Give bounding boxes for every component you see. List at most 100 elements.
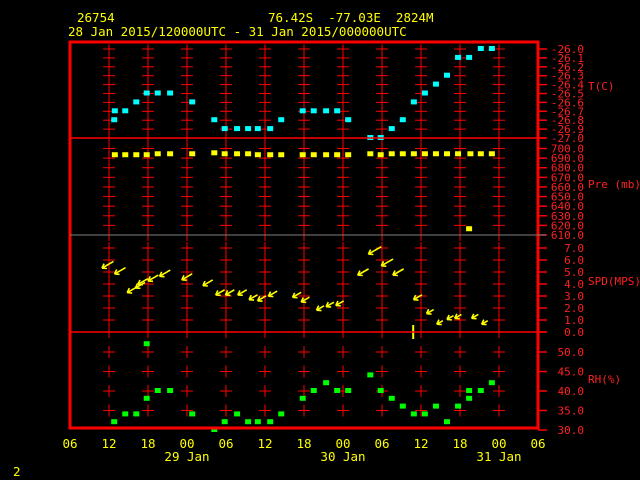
temperature-point: [189, 99, 196, 105]
pressure-point: [310, 152, 317, 158]
rh-point: [367, 372, 374, 378]
pressure-point: [234, 151, 241, 157]
rh-point: [221, 419, 228, 425]
temperature-point: [254, 126, 261, 132]
pressure-point: [111, 152, 118, 158]
temperature-point: [310, 108, 317, 114]
panel-label-temperature: T(C): [588, 80, 615, 93]
rh-point: [299, 395, 306, 401]
pressure-point: [488, 151, 495, 157]
temperature-point: [211, 117, 218, 123]
wind-arrow: [237, 289, 248, 297]
wind-arrow: [367, 245, 382, 256]
panel-label-wind_speed: SPD(MPS): [588, 275, 640, 288]
x-tick-label: 18: [296, 436, 311, 451]
pressure-point: [377, 152, 384, 158]
rh-point: [399, 403, 406, 409]
date-label: 31 Jan: [476, 449, 521, 464]
x-tick-label: 06: [530, 436, 545, 451]
temperature-point: [410, 99, 417, 105]
temperature-point: [111, 108, 118, 114]
y-tick-label: 0.0: [564, 326, 584, 339]
wind-arrow: [202, 279, 214, 287]
panel-label-relative_humidity: RH(%): [588, 373, 621, 386]
temperature-point: [267, 126, 274, 132]
temperature-point: [388, 126, 395, 132]
wind-arrow: [446, 314, 454, 321]
pressure-point: [122, 152, 129, 158]
panel-label-pressure: Pre (mb): [588, 178, 640, 191]
station-id: 26754: [77, 10, 115, 25]
pressure-point: [254, 152, 261, 158]
wind-arrow: [436, 319, 444, 326]
wind-arrow: [101, 260, 114, 270]
pressure-point: [167, 151, 174, 157]
y-tick-label: 45.0: [558, 366, 585, 379]
wind-arrow: [158, 269, 171, 278]
temperature-point: [245, 126, 252, 132]
wind-arrow: [392, 268, 405, 277]
x-tick-label: 06: [374, 436, 389, 451]
x-tick-label: 06: [218, 436, 233, 451]
rh-point: [278, 411, 285, 417]
rh-point: [254, 419, 261, 425]
x-tick-label: 18: [140, 436, 155, 451]
rh-point: [234, 411, 241, 417]
pressure-point: [323, 152, 330, 158]
pressure-point: [154, 151, 161, 157]
pressure-point: [388, 151, 395, 157]
temperature-point: [334, 108, 341, 114]
temperature-point: [133, 99, 140, 105]
temperature-point: [143, 90, 150, 96]
rh-point: [267, 419, 274, 425]
wind-arrow: [425, 308, 435, 315]
wind-arrow: [267, 290, 278, 298]
rh-point: [111, 419, 118, 425]
time-range: 28 Jan 2015/120000UTC - 31 Jan 2015/0000…: [68, 24, 407, 39]
pressure-point: [467, 151, 474, 157]
rh-point: [245, 419, 252, 425]
station-location: 76.42S -77.03E 2824M: [268, 10, 434, 25]
pressure-point: [345, 152, 352, 158]
temperature-point: [466, 54, 473, 60]
rh-point: [122, 411, 129, 417]
wind-arrow: [126, 286, 137, 294]
wind-arrow: [224, 289, 235, 297]
temperature-point: [111, 117, 118, 123]
wind-arrow: [357, 268, 369, 277]
pressure-point: [444, 151, 450, 157]
x-tick-label: 12: [101, 436, 116, 451]
pressure-point: [211, 150, 218, 156]
rh-point: [466, 388, 473, 393]
rh-point: [377, 388, 384, 393]
temperature-point: [421, 90, 428, 96]
rh-point: [167, 388, 174, 393]
pressure-point: [245, 151, 252, 157]
meteogram: 26754 76.42S -77.03E 2824M 28 Jan 2015/1…: [13, 10, 640, 479]
rh-point: [310, 388, 317, 393]
pressure-point: [466, 226, 473, 232]
x-tick-label: 06: [62, 436, 77, 451]
date-label: 30 Jan: [320, 449, 365, 464]
x-tick-label: 12: [413, 436, 428, 451]
rh-point: [143, 341, 150, 347]
temperature-point: [234, 126, 241, 132]
wind-arrow: [325, 301, 335, 308]
rh-point: [133, 411, 140, 417]
rh-point: [323, 380, 330, 386]
x-tick-label: 12: [257, 436, 272, 451]
pressure-point: [143, 152, 150, 158]
rh-point: [466, 395, 473, 401]
rh-point: [488, 380, 495, 386]
y-tick-label: 30.0: [558, 424, 585, 437]
wind-arrow: [147, 274, 159, 283]
y-tick-label: 50.0: [558, 346, 585, 359]
wind-arrow: [470, 313, 479, 320]
pressure-point: [455, 151, 462, 157]
temperature-point: [432, 81, 439, 87]
temperature-point: [278, 117, 285, 123]
temperature-point: [477, 46, 484, 51]
temperature-point: [122, 108, 129, 114]
wind-arrow: [315, 305, 325, 312]
y-tick-label: 40.0: [558, 385, 585, 398]
